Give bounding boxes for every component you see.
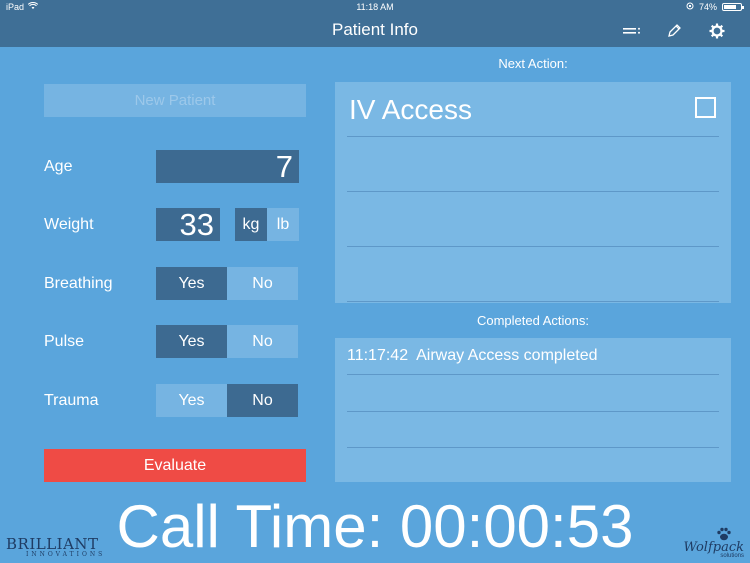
divider <box>347 374 719 375</box>
nav-bar: Patient Info <box>0 14 750 47</box>
pulse-yes-option[interactable]: Yes <box>156 325 227 358</box>
next-action-label: Next Action: <box>498 56 568 71</box>
call-time-display: Call Time: 00:00:53 <box>116 493 634 560</box>
age-field[interactable]: 7 <box>156 149 299 184</box>
divider <box>347 246 719 247</box>
divider <box>347 411 719 412</box>
logo-left-sub: INNOVATIONS <box>26 551 106 558</box>
completed-actions-panel: 11:17:42 Airway Access completed <box>335 338 731 482</box>
battery-icon <box>722 3 744 11</box>
trauma-no-option[interactable]: No <box>227 384 298 417</box>
breathing-label: Breathing <box>44 275 113 292</box>
unit-option-lb[interactable]: lb <box>267 208 299 241</box>
battery-percent: 74% <box>698 2 717 12</box>
unit-option-kg[interactable]: kg <box>235 208 267 241</box>
next-action-checkbox[interactable] <box>695 97 716 118</box>
evaluate-button[interactable]: Evaluate <box>44 449 306 482</box>
pulse-no-option[interactable]: No <box>227 325 298 358</box>
new-patient-button[interactable]: New Patient <box>44 84 306 117</box>
status-right: 74% <box>686 2 744 12</box>
divider <box>347 191 719 192</box>
divider <box>347 301 719 302</box>
breathing-no-option[interactable]: No <box>227 267 298 300</box>
breathing-toggle: Yes No <box>156 267 298 300</box>
status-time: 11:18 AM <box>356 2 394 12</box>
brilliant-logo: BRILLIANT INNOVATIONS <box>6 535 105 558</box>
breathing-yes-option[interactable]: Yes <box>156 267 227 300</box>
completed-actions-label: Completed Actions: <box>476 313 589 328</box>
pulse-label: Pulse <box>44 333 85 350</box>
gear-icon[interactable] <box>706 20 728 42</box>
weight-field[interactable]: 33 <box>156 207 220 242</box>
trauma-yes-option[interactable]: Yes <box>156 384 227 417</box>
orientation-lock-icon <box>686 2 694 12</box>
next-action-title: IV Access <box>349 94 472 125</box>
status-bar: iPad 11:18 AM 74% <box>0 0 750 14</box>
wolfpack-logo: Wolfpack solutions <box>683 527 744 559</box>
completed-text: Airway Access completed <box>416 347 598 364</box>
completed-time: 11:17:42 <box>347 347 409 364</box>
next-action-panel: IV Access <box>335 82 731 303</box>
pencil-icon[interactable] <box>663 20 685 42</box>
divider <box>347 447 719 448</box>
weight-label: Weight <box>44 216 94 233</box>
menu-lines-icon[interactable] <box>621 20 643 42</box>
divider <box>347 136 719 137</box>
pulse-toggle: Yes No <box>156 325 298 358</box>
trauma-label: Trauma <box>44 392 99 409</box>
unit-toggle: kg lb <box>235 208 299 241</box>
list-item: 11:17:42 Airway Access completed <box>347 347 598 365</box>
trauma-toggle: Yes No <box>156 384 298 417</box>
age-label: Age <box>44 158 73 175</box>
